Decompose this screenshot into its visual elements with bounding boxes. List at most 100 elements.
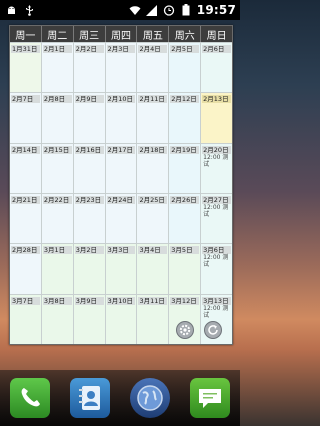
status-bar: 19:57 xyxy=(0,0,240,20)
calendar-day[interactable]: 2月14日 xyxy=(10,143,42,193)
calendar-day[interactable]: 2月22日 xyxy=(41,193,74,244)
day-date-label: 2月10日 xyxy=(106,95,136,104)
calendar-day[interactable]: 2月12日 xyxy=(169,93,202,143)
calendar-day[interactable]: 3月4日 xyxy=(137,244,170,294)
day-date-label: 2月28日 xyxy=(11,246,40,255)
weekday-label: 周六 xyxy=(169,26,202,42)
calendar-day[interactable]: 2月18日 xyxy=(137,143,170,193)
day-date-label: 3月4日 xyxy=(138,246,168,255)
day-date-label: 2月21日 xyxy=(11,195,40,204)
calendar-day[interactable]: 1月31日 xyxy=(10,43,42,93)
event-title[interactable]: 试 xyxy=(201,211,232,218)
calendar-day[interactable]: 2月19日 xyxy=(169,143,202,193)
day-date-label: 3月3日 xyxy=(106,246,136,255)
calendar-day[interactable]: 2月16日 xyxy=(73,143,106,193)
calendar-day[interactable]: 2月27日 12:00 测试 xyxy=(201,193,233,244)
calendar-day[interactable]: 2月20日 12:00 测试 xyxy=(201,143,233,193)
day-date-label: 2月26日 xyxy=(170,195,200,204)
calendar-day[interactable]: 2月24日 xyxy=(105,193,138,244)
contacts-app[interactable] xyxy=(70,378,110,418)
calendar-day[interactable]: 3月7日 xyxy=(10,294,42,344)
settings-button[interactable] xyxy=(176,321,194,339)
refresh-button[interactable] xyxy=(204,321,222,339)
calendar-day[interactable]: 2月9日 xyxy=(73,93,106,143)
calendar-day[interactable]: 3月1日 xyxy=(41,244,74,294)
calendar-week-row: 3月7日 3月8日 3月9日 3月10日 3月11日 3月12日 3月13日 12:00 测试 xyxy=(10,293,233,344)
event-title[interactable]: 试 xyxy=(201,261,232,268)
calendar-week-row: 2月28日 3月1日 3月2日 3月3日 3月4日 3月5日 3月6日 12:00 测试 xyxy=(10,243,233,294)
messaging-app[interactable] xyxy=(190,378,230,418)
calendar-day[interactable]: 2月11日 xyxy=(137,93,170,143)
day-date-label: 2月4日 xyxy=(138,45,168,53)
calendar-week-row: 2月14日 2月15日 2月16日 2月17日 2月18日 2月19日 2月20日 12:00… xyxy=(10,142,233,193)
contacts-icon xyxy=(79,386,100,410)
calendar-day[interactable]: 2月15日 xyxy=(41,143,74,193)
day-date-label: 3月5日 xyxy=(170,246,200,255)
calendar-day[interactable]: 2月26日 xyxy=(169,193,202,244)
day-date-label: 2月22日 xyxy=(42,195,72,204)
day-date-label: 3月10日 xyxy=(106,296,136,305)
event-time[interactable]: 12:00 测 xyxy=(201,154,232,161)
day-date-label: 2月2日 xyxy=(74,45,104,53)
day-date-label: 2月9日 xyxy=(74,95,104,104)
alarm-icon xyxy=(163,4,175,16)
day-date-label: 2月12日 xyxy=(170,95,200,104)
calendar-day[interactable]: 2月28日 xyxy=(10,244,42,294)
signal-icon xyxy=(145,4,158,16)
weekday-label: 周日 xyxy=(201,26,233,42)
calendar-day[interactable]: 3月9日 xyxy=(73,294,106,344)
phone-app[interactable] xyxy=(10,378,50,418)
weekday-label: 周一 xyxy=(10,26,42,42)
day-date-label: 2月17日 xyxy=(106,145,136,154)
event-time[interactable]: 12:00 测 xyxy=(201,305,232,312)
calendar-day[interactable]: 2月2日 xyxy=(73,43,106,93)
day-date-label: 2月1日 xyxy=(42,45,72,53)
day-date-label: 3月8日 xyxy=(42,296,72,305)
settings-icon xyxy=(179,324,191,336)
status-bar-clock: 19:57 xyxy=(196,3,236,17)
refresh-icon xyxy=(208,325,218,335)
weekday-label: 周五 xyxy=(137,26,170,42)
calendar-day[interactable]: 3月10日 xyxy=(105,294,138,344)
day-date-label: 2月8日 xyxy=(42,95,72,104)
calendar-day-today[interactable]: 2月13日 xyxy=(201,93,233,143)
weekday-label: 周四 xyxy=(105,26,138,42)
calendar-day[interactable]: 2月8日 xyxy=(41,93,74,143)
weekday-label: 周三 xyxy=(73,26,106,42)
calendar-week-row: 2月7日 2月8日 2月9日 2月10日 2月11日 2月12日 2月13日 xyxy=(10,92,233,143)
calendar-day[interactable]: 2月25日 xyxy=(137,193,170,244)
calendar-day[interactable]: 3月11日 xyxy=(137,294,170,344)
app-dock xyxy=(0,370,240,426)
calendar-day[interactable]: 2月3日 xyxy=(105,43,138,93)
event-title[interactable]: 试 xyxy=(201,312,232,319)
calendar-day[interactable]: 2月10日 xyxy=(105,93,138,143)
calendar-day[interactable]: 3月5日 xyxy=(169,244,202,294)
event-title[interactable]: 试 xyxy=(201,161,232,168)
calendar-day[interactable]: 2月7日 xyxy=(10,93,42,143)
day-date-label: 2月7日 xyxy=(11,95,40,104)
day-date-label: 2月6日 xyxy=(202,45,232,53)
day-date-label: 2月16日 xyxy=(74,145,104,154)
calendar-day[interactable]: 3月8日 xyxy=(41,294,74,344)
day-date-label: 3月11日 xyxy=(138,296,168,305)
calendar-day[interactable]: 3月6日 12:00 测试 xyxy=(201,244,233,294)
calendar-day[interactable]: 3月2日 xyxy=(73,244,106,294)
day-date-label: 2月25日 xyxy=(138,195,168,204)
day-date-label: 3月7日 xyxy=(11,296,40,305)
weekday-header: 周一 周二 周三 周四 周五 周六 周日 xyxy=(10,26,233,42)
browser-app[interactable] xyxy=(130,378,170,418)
day-date-label: 2月20日 xyxy=(202,145,232,154)
calendar-day[interactable]: 2月21日 xyxy=(10,193,42,244)
event-time[interactable]: 12:00 测 xyxy=(201,204,232,211)
usb-icon xyxy=(23,4,35,16)
day-date-label: 2月5日 xyxy=(170,45,200,53)
calendar-day[interactable]: 3月3日 xyxy=(105,244,138,294)
calendar-day[interactable]: 2月23日 xyxy=(73,193,106,244)
weekday-label: 周二 xyxy=(41,26,74,42)
calendar-day[interactable]: 2月4日 xyxy=(137,43,170,93)
day-date-label: 1月31日 xyxy=(11,45,40,53)
calendar-day[interactable]: 2月6日 xyxy=(201,43,233,93)
calendar-day[interactable]: 2月17日 xyxy=(105,143,138,193)
calendar-day[interactable]: 2月1日 xyxy=(41,43,74,93)
calendar-day[interactable]: 2月5日 xyxy=(169,43,202,93)
